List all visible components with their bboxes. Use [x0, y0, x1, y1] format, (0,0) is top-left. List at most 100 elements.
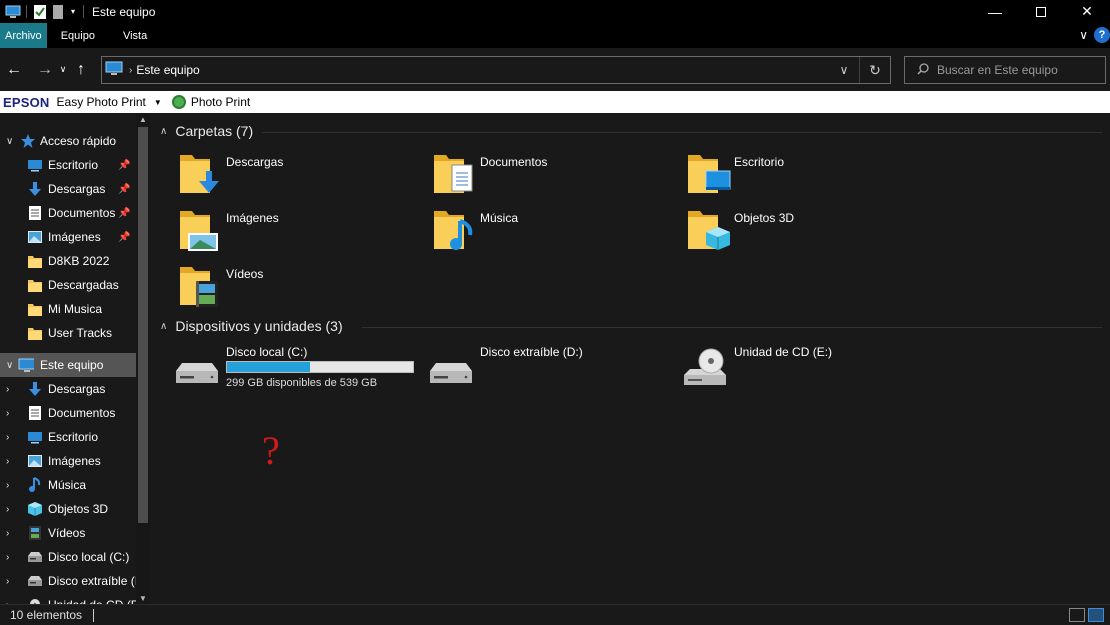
drive-tile[interactable]: Unidad de CD (E:) [682, 343, 932, 403]
forward-button[interactable]: → [34, 59, 56, 81]
scroll-up-icon[interactable]: ▲ [136, 113, 150, 125]
pin-icon[interactable]: 📌 [118, 160, 130, 171]
expand-chevron-icon[interactable]: › [6, 504, 9, 515]
search-box[interactable] [904, 56, 1106, 84]
sidebar-item-quick-5[interactable]: Descargadas [0, 273, 136, 297]
breadcrumb-chevron-icon[interactable]: › [129, 65, 132, 76]
close-button[interactable]: ✕ [1064, 0, 1110, 23]
sidebar-item-quick-2[interactable]: Documentos 📌 [0, 201, 136, 225]
expand-chevron-icon[interactable]: › [6, 408, 9, 419]
easy-photo-print-button[interactable]: Easy Photo Print [57, 95, 146, 109]
folder-label: Escritorio [734, 155, 785, 169]
sidebar-item-quick-4[interactable]: D8KB 2022 [0, 249, 136, 273]
collapse-chevron-icon[interactable]: ∨ [6, 360, 13, 371]
expand-chevron-icon[interactable]: › [6, 432, 9, 443]
devices-group-title: Dispositivos y unidades (3) [175, 318, 343, 334]
search-input[interactable] [937, 63, 1097, 77]
folders-group-header[interactable]: ∧ Carpetas (7) [160, 123, 253, 139]
folder-tile[interactable]: Música [434, 207, 684, 257]
new-folder-icon[interactable] [49, 4, 67, 20]
sidebar-item-pc-1[interactable]: › Documentos [0, 401, 136, 425]
refresh-button[interactable]: ↻ [860, 57, 890, 83]
expand-chevron-icon[interactable]: › [6, 576, 9, 587]
minimize-button[interactable]: — [972, 0, 1018, 23]
sidebar-item-pc-8[interactable]: › Disco extraíble (I [0, 569, 138, 593]
expand-chevron-icon[interactable]: › [6, 552, 9, 563]
music-icon [27, 477, 43, 493]
sidebar-item-quick-3[interactable]: Imágenes 📌 [0, 225, 136, 249]
sidebar-item-quick-6[interactable]: Mi Musica [0, 297, 136, 321]
sidebar-item-este-equipo[interactable]: ∨ Este equipo [0, 353, 136, 377]
drive-tile[interactable]: Disco extraíble (D:) [428, 343, 678, 403]
sidebar-item-pc-4[interactable]: › Música [0, 473, 136, 497]
sidebar-item-pc-2[interactable]: › Escritorio [0, 425, 136, 449]
sidebar-item-quick-0[interactable]: Escritorio 📌 [0, 153, 136, 177]
help-icon[interactable]: ? [1094, 27, 1110, 43]
details-view-icon[interactable] [1069, 608, 1085, 622]
sidebar-item-label: Disco local (C:) [48, 550, 130, 564]
collapse-chevron-icon[interactable]: ∨ [6, 136, 13, 147]
sidebar-item-pc-0[interactable]: › Descargas [0, 377, 136, 401]
sidebar-item-label: Documentos [48, 206, 116, 220]
folder-tile[interactable]: Imágenes [180, 207, 430, 257]
epson-logo: EPSON [3, 94, 50, 110]
up-button[interactable]: ↑ [70, 59, 92, 81]
folder-label: Imágenes [226, 211, 279, 225]
sidebar-item-pc-6[interactable]: › Vídeos [0, 521, 136, 545]
photo-print-button[interactable]: Photo Print [191, 95, 250, 109]
drive-tile[interactable]: Disco local (C:) 299 GB disponibles de 53… [174, 343, 424, 403]
recent-locations-button[interactable]: ∨ [56, 59, 70, 81]
sidebar-item-pc-7[interactable]: › Disco local (C:) [0, 545, 136, 569]
expand-chevron-icon[interactable]: › [6, 384, 9, 395]
expand-chevron-icon[interactable]: › [6, 456, 9, 467]
navigation-bar: ← → ∨ ↑ › Este equipo ∨ ↻ [0, 48, 1110, 91]
folders-group-title: Carpetas (7) [175, 123, 254, 139]
pin-icon[interactable]: 📌 [118, 184, 130, 195]
scroll-thumb[interactable] [138, 127, 148, 523]
easy-photo-print-dropdown-icon[interactable]: ▼ [154, 98, 162, 107]
folder-tile[interactable]: Documentos [434, 151, 684, 201]
large-icons-view-icon[interactable] [1088, 608, 1104, 622]
tab-equipo[interactable]: Equipo [47, 23, 109, 48]
sidebar-item-pc-9[interactable]: ›Unidad de CD (E [0, 593, 139, 604]
pin-icon[interactable]: 📌 [118, 208, 130, 219]
sidebar-item-pc-5[interactable]: › Objetos 3D [0, 497, 136, 521]
divider [93, 608, 95, 622]
sidebar-item-acceso-rapido[interactable]: ∨ Acceso rápido [0, 129, 136, 153]
pin-icon[interactable]: 📌 [118, 232, 130, 243]
folder-tile[interactable]: Objetos 3D [688, 207, 938, 257]
folder-tile[interactable]: Descargas [180, 151, 430, 201]
folder-label: Descargas [226, 155, 284, 169]
navigation-pane-scrollbar[interactable]: ▲ ▼ [136, 113, 150, 604]
sidebar-item-label: Descargadas [48, 278, 119, 292]
address-history-button[interactable]: ∨ [829, 57, 859, 83]
scroll-down-icon[interactable]: ▼ [136, 592, 150, 604]
folder-tile[interactable]: Escritorio [688, 151, 938, 201]
desktop-icon [27, 429, 43, 445]
tab-archivo[interactable]: Archivo [0, 23, 47, 48]
properties-icon[interactable] [31, 4, 49, 20]
minimize-icon: — [988, 3, 1002, 20]
folder-tile[interactable]: Vídeos [180, 263, 430, 313]
tab-vista[interactable]: Vista [109, 23, 161, 48]
expand-chevron-icon[interactable]: › [6, 480, 9, 491]
this-pc-icon[interactable] [4, 4, 22, 20]
expand-chevron-icon[interactable]: › [6, 528, 9, 539]
maximize-button[interactable] [1018, 0, 1064, 23]
breadcrumb-este-equipo[interactable]: Este equipo [136, 63, 199, 77]
videos-icon [27, 525, 43, 541]
devices-group-header[interactable]: ∧ Dispositivos y unidades (3) [160, 318, 343, 334]
sidebar-item-pc-3[interactable]: › Imágenes [0, 449, 136, 473]
collapse-chevron-icon[interactable]: ∧ [160, 126, 167, 137]
back-button[interactable]: ← [3, 59, 25, 81]
sidebar-item-quick-1[interactable]: Descargas 📌 [0, 177, 136, 201]
address-bar[interactable]: › Este equipo ∨ ↻ [101, 56, 891, 84]
customize-toolbar-icon[interactable]: ▾ [67, 4, 79, 20]
expand-ribbon-icon[interactable]: ∨ [1079, 28, 1088, 42]
drive-label: Unidad de CD (E:) [734, 345, 833, 359]
sidebar-item-quick-7[interactable]: User Tracks [0, 321, 136, 345]
folder-label: Objetos 3D [734, 211, 795, 225]
pictures-icon [27, 229, 43, 245]
collapse-chevron-icon[interactable]: ∧ [160, 321, 167, 332]
sidebar-item-label: Vídeos [48, 526, 86, 540]
